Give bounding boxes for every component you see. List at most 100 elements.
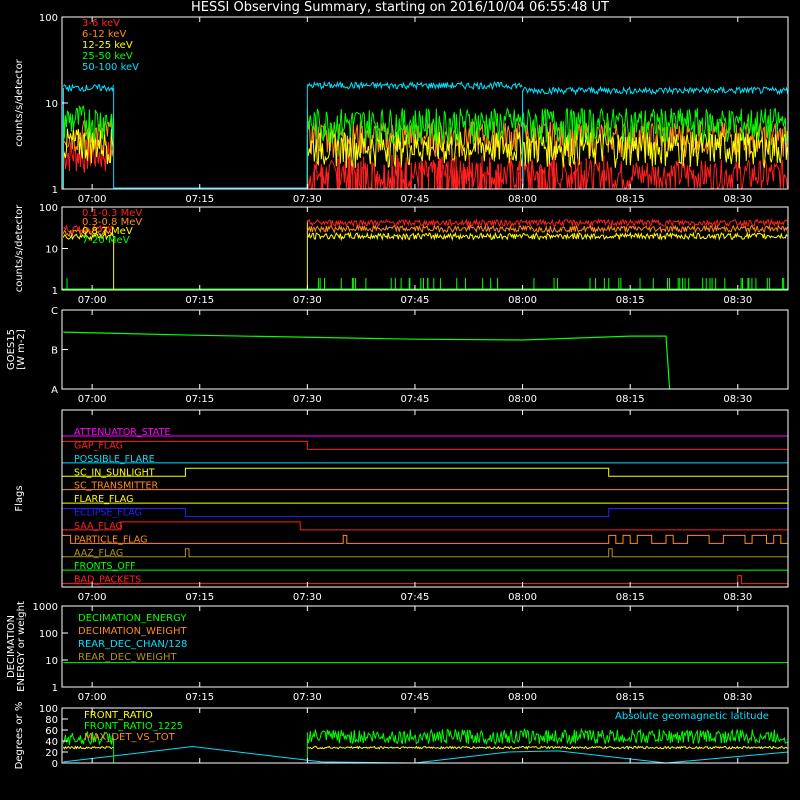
time-tick-label: 07:00 [78, 194, 107, 205]
time-tick-label: 07:45 [401, 592, 430, 603]
flag-label: SC_TRANSMITTER [74, 481, 159, 492]
flag-line [62, 548, 788, 558]
time-tick-label: 07:15 [185, 394, 214, 405]
time-tick-label: 07:15 [185, 592, 214, 603]
legend-entry: REAR_DEC_WEIGHT [78, 652, 177, 663]
time-tick-label: 08:15 [616, 592, 645, 603]
y-tick-label: 100 [39, 13, 58, 24]
goes-flux-line [63, 331, 671, 390]
time-tick-label: 08:00 [508, 295, 537, 306]
flag-line [62, 440, 788, 450]
geomagnetic-latitude-line [63, 745, 789, 764]
y-tick-label: 10 [45, 245, 58, 256]
y-tick-label: 1 [52, 683, 58, 694]
time-tick-label: 08:30 [723, 194, 752, 205]
series-line [307, 223, 788, 234]
flag-line [62, 575, 788, 585]
time-tick-label: 08:30 [723, 692, 752, 703]
flag-label: AAZ_FLAG [74, 548, 123, 559]
y-tick-label: A [51, 385, 58, 396]
legend-entry: 7-20 MeV [82, 235, 130, 246]
y-tick-label: 100 [39, 203, 58, 214]
time-tick-label: 08:00 [508, 194, 537, 205]
y-tick-label: 20 [45, 748, 58, 759]
legend-entry: 25-50 keV [82, 51, 133, 62]
time-tick-label: 07:15 [185, 295, 214, 306]
annotation-label: Absolute geomagnetic latitude [615, 711, 769, 722]
y-axis-label: [W m-2] [16, 329, 27, 370]
y-tick-label: 60 [45, 726, 58, 737]
y-tick-label: 10 [45, 99, 58, 110]
flag-line [62, 467, 788, 477]
y-axis-label: ENERGY or weight [16, 601, 27, 692]
time-tick-label: 07:45 [401, 394, 430, 405]
time-tick-label: 07:30 [293, 194, 322, 205]
flag-label: ATTENUATOR_STATE [74, 427, 170, 438]
legend-entry: 6-12 keV [82, 29, 126, 40]
y-tick-label: 40 [45, 737, 58, 748]
time-tick-label: 07:15 [185, 692, 214, 703]
time-tick-label: 08:15 [616, 394, 645, 405]
time-tick-label: 07:00 [78, 394, 107, 405]
panel-2-frame [61, 206, 789, 291]
series-line [62, 83, 114, 93]
flag-line [62, 521, 788, 531]
series-line [307, 745, 788, 750]
y-tick-label: 1 [52, 185, 58, 196]
time-tick-label: 08:00 [508, 692, 537, 703]
time-tick-label: 07:00 [78, 295, 107, 306]
flag-label: FLARE_FLAG [74, 494, 134, 505]
time-tick-label: 07:30 [293, 592, 322, 603]
legend-entry: DECIMATION_WEIGHT [78, 626, 187, 637]
time-tick-label: 08:30 [723, 295, 752, 306]
time-tick-label: 08:30 [723, 394, 752, 405]
series-line [522, 85, 789, 96]
series-line [62, 745, 114, 750]
panel-3-frame [61, 309, 789, 390]
time-tick-label: 07:45 [401, 692, 430, 703]
legend-entry: 50-100 keV [82, 62, 139, 73]
time-tick-label: 07:15 [185, 194, 214, 205]
panel-4-frame [61, 409, 789, 588]
y-tick-label: C [51, 306, 58, 317]
legend-entry: 3-6 keV [82, 18, 120, 29]
y-tick-label: 10 [45, 656, 58, 667]
series-line [306, 727, 788, 746]
time-tick-label: 07:45 [401, 194, 430, 205]
legend-entry: FRONT_RATIO_1225 [84, 721, 183, 732]
legend-entry: FRONT_RATIO [84, 710, 153, 721]
flag-label: FRONTS_OFF [74, 561, 136, 572]
y-tick-label: 0 [52, 759, 58, 770]
y-axis-label: Flags [14, 485, 25, 511]
flag-label: PARTICLE_FLAG [74, 534, 147, 545]
time-tick-label: 08:00 [508, 394, 537, 405]
time-tick-label: 08:30 [723, 592, 752, 603]
y-tick-label: B [51, 346, 58, 357]
y-tick-label: 1 [52, 286, 58, 297]
flag-label: BAD_PACKETS [74, 575, 141, 586]
legend-entry: MAX_DET_VS_TOT [84, 732, 176, 743]
time-tick-label: 07:30 [293, 394, 322, 405]
flag-line [62, 534, 788, 544]
flag-label: GAP_FLAG [74, 440, 123, 451]
flag-label: POSSIBLE_FLARE [74, 454, 155, 465]
y-tick-label: 80 [45, 715, 58, 726]
flag-label: ECLIPSE_FLAG [74, 508, 142, 519]
series-line [306, 217, 788, 228]
time-tick-label: 07:00 [78, 592, 107, 603]
time-tick-label: 07:45 [401, 295, 430, 306]
time-tick-label: 08:15 [616, 194, 645, 205]
time-tick-label: 08:15 [616, 692, 645, 703]
y-axis-label: Degrees or % [14, 702, 25, 770]
legend-entry: DECIMATION_ENERGY [78, 613, 187, 624]
flag-line [62, 508, 788, 517]
y-tick-label: 100 [39, 704, 58, 715]
flag-label: SAA_FLAG [74, 521, 123, 532]
y-tick-label: 100 [39, 629, 58, 640]
time-tick-label: 07:30 [293, 295, 322, 306]
y-axis-label: counts/s/detector [14, 58, 25, 146]
observing-summary-plot: 07:00 07:15 07:30 07:45 08:00 08:15 08:3011010… [6, 13, 789, 770]
legend-entry: REAR_DEC_CHAN/128 [78, 639, 187, 650]
legend-entry: 12-25 keV [82, 40, 133, 51]
y-tick-label: 1000 [33, 602, 58, 613]
